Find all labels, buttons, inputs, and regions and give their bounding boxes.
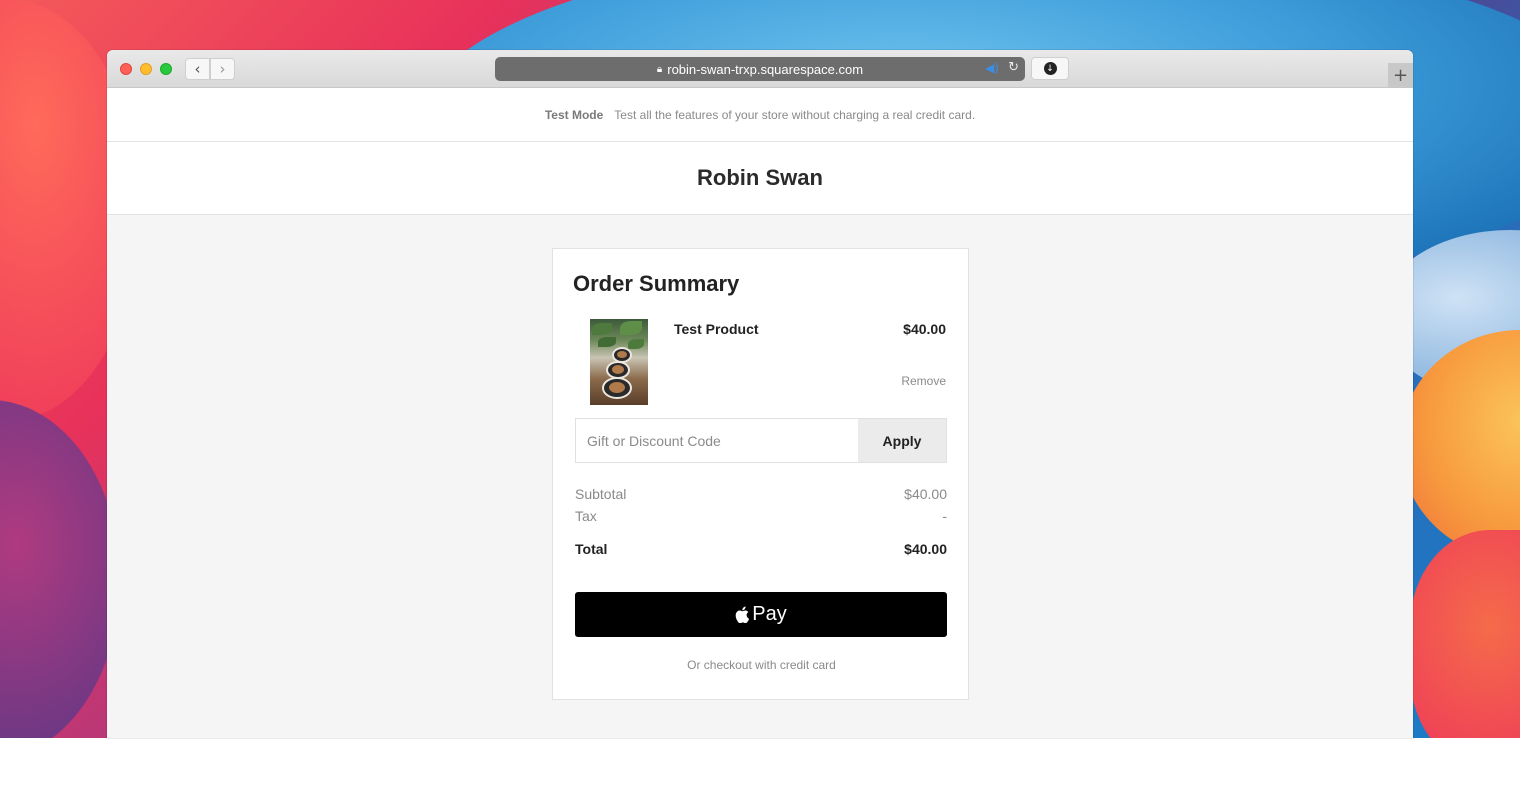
product-name: Test Product — [674, 321, 759, 337]
discount-code-input[interactable] — [576, 419, 858, 462]
downloads-button[interactable]: ↓ — [1031, 57, 1069, 80]
reload-icon[interactable]: ↻ — [1008, 60, 1019, 75]
tax-label: Tax — [575, 508, 597, 524]
subtotal-row: Subtotal $40.00 — [575, 486, 947, 502]
total-value: $40.00 — [904, 541, 947, 557]
audio-icon[interactable]: ◀) — [985, 61, 999, 75]
apple-logo-icon — [735, 606, 750, 623]
tax-value: - — [942, 508, 947, 524]
product-price: $40.00 — [903, 321, 946, 337]
test-mode-message: Test all the features of your store with… — [614, 107, 976, 122]
test-mode-banner: Test Mode Test all the features of your … — [107, 88, 1413, 142]
order-summary-title: Order Summary — [573, 271, 740, 296]
total-row: Total $40.00 — [575, 541, 947, 557]
new-tab-button[interactable]: + — [1388, 63, 1413, 87]
download-icon: ↓ — [1043, 62, 1057, 75]
subtotal-label: Subtotal — [575, 486, 627, 502]
order-summary-card: Order Summary Test Product $40.00 Remove… — [552, 248, 969, 700]
product-thumbnail — [590, 319, 648, 405]
tax-row: Tax - — [575, 508, 947, 524]
test-mode-label: Test Mode — [544, 107, 604, 122]
new-tab-icon: + — [1392, 64, 1409, 86]
browser-window: ‹ › 🔒︎ robin-swan-trxp.squarespace.com ◀… — [107, 50, 1413, 738]
credit-card-checkout-link[interactable]: Or checkout with credit card — [553, 658, 970, 672]
discount-code-form: Apply — [575, 418, 947, 463]
chevron-left-icon: ‹ — [194, 60, 201, 78]
subtotal-value: $40.00 — [904, 486, 947, 502]
apple-pay-button[interactable]: Pay — [575, 592, 947, 637]
forward-button[interactable]: › — [210, 58, 235, 80]
remove-item-link[interactable]: Remove — [901, 374, 946, 388]
minimize-window-button[interactable] — [140, 63, 152, 75]
url-text: robin-swan-trxp.squarespace.com — [667, 61, 864, 77]
store-header: Robin Swan — [107, 142, 1413, 215]
address-bar[interactable]: 🔒︎ robin-swan-trxp.squarespace.com ◀) ↻ — [495, 57, 1025, 81]
store-name[interactable]: Robin Swan — [697, 165, 823, 191]
apply-discount-button[interactable]: Apply — [858, 419, 946, 462]
lock-icon: 🔒︎ — [656, 63, 663, 75]
back-button[interactable]: ‹ — [185, 58, 210, 80]
fullscreen-window-button[interactable] — [160, 63, 172, 75]
apple-pay-label: Pay — [752, 603, 787, 625]
chevron-right-icon: › — [219, 60, 226, 78]
browser-toolbar: ‹ › 🔒︎ robin-swan-trxp.squarespace.com ◀… — [107, 50, 1413, 88]
close-window-button[interactable] — [120, 63, 132, 75]
total-label: Total — [575, 541, 608, 557]
